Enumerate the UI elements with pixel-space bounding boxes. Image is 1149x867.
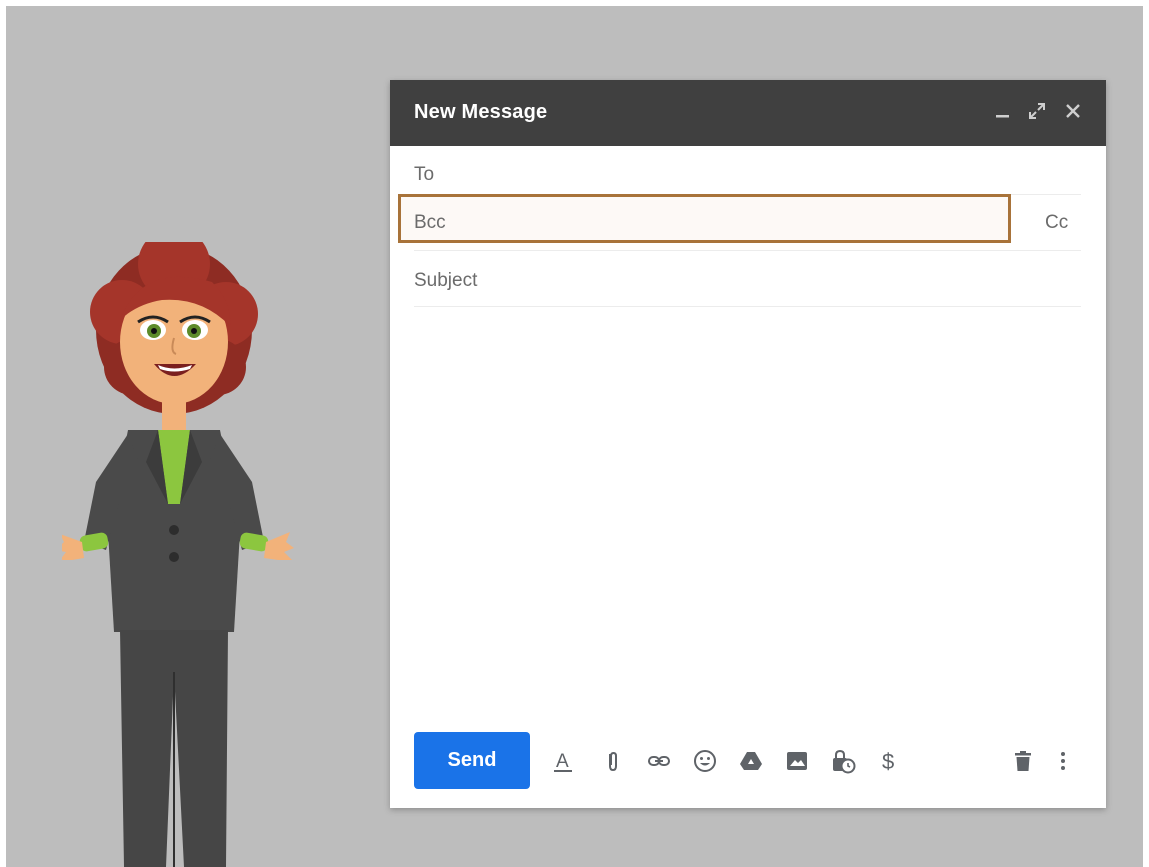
subject-divider [414, 306, 1081, 307]
link-icon[interactable] [646, 748, 672, 774]
trash-icon[interactable] [1010, 748, 1036, 774]
bcc-field[interactable]: Bcc [414, 212, 1014, 234]
cc-link[interactable]: Cc [1045, 212, 1068, 234]
to-label: To [414, 164, 435, 185]
subject-placeholder: Subject [414, 270, 478, 291]
confidential-mode-icon[interactable] [830, 748, 856, 774]
bcc-label: Bcc [414, 212, 446, 233]
to-field[interactable]: To [414, 164, 1081, 186]
money-icon[interactable]: $ [876, 748, 902, 774]
compose-window: New Message To Bcc Cc Subject Send A $ [390, 80, 1106, 808]
compose-title: New Message [414, 101, 548, 123]
message-body[interactable] [414, 312, 1081, 712]
attach-icon[interactable] [600, 748, 626, 774]
svg-text:$: $ [882, 749, 894, 774]
photo-icon[interactable] [784, 748, 810, 774]
bcc-divider [414, 250, 1081, 251]
minimize-icon[interactable] [992, 100, 1014, 122]
svg-text:A: A [556, 751, 569, 772]
expand-icon[interactable] [1026, 100, 1048, 122]
drive-icon[interactable] [738, 748, 764, 774]
slide-background: New Message To Bcc Cc Subject Send A $ [6, 6, 1143, 867]
presenter-character-illustration [62, 242, 294, 867]
emoji-icon[interactable] [692, 748, 718, 774]
format-text-icon[interactable]: A [550, 748, 576, 774]
compose-header: New Message [390, 80, 1106, 146]
close-icon[interactable] [1062, 100, 1084, 122]
subject-field[interactable]: Subject [414, 270, 1081, 292]
send-button[interactable]: Send [414, 732, 530, 789]
more-options-icon[interactable] [1056, 748, 1070, 774]
